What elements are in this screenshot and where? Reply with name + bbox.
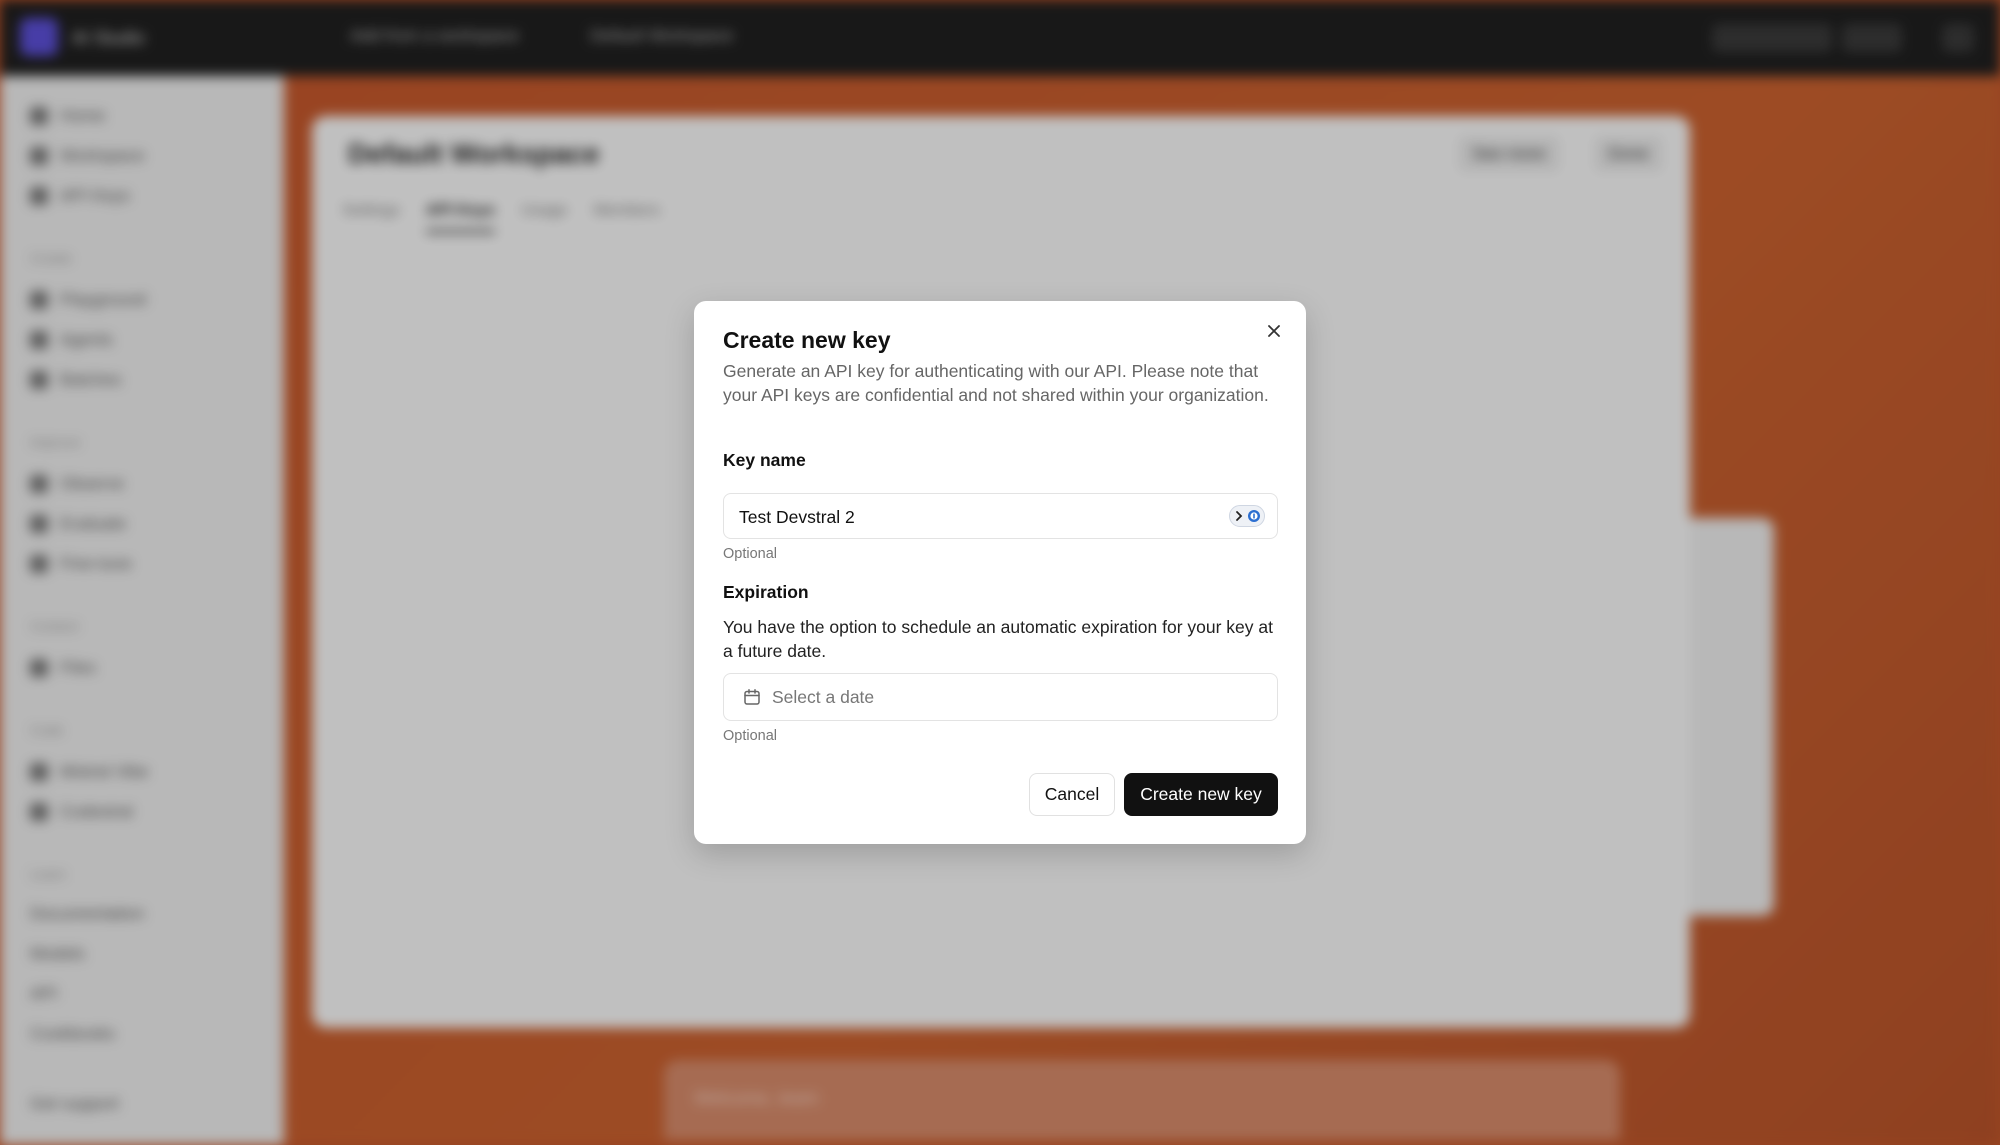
chevron-right-icon [1235, 511, 1242, 521]
create-key-button[interactable]: Create new key [1124, 773, 1278, 816]
info-circle-icon [1247, 510, 1260, 522]
key-name-helper: Optional [723, 546, 778, 562]
dialog-description: Generate an API key for authenticating w… [723, 361, 1269, 405]
expiration-description: You have the option to schedule an autom… [723, 617, 1273, 661]
key-name-value: Test Devstral 2 [739, 507, 855, 527]
key-name-label: Key name [723, 450, 806, 470]
dialog-title: Create new key [723, 327, 891, 353]
calendar-icon [744, 689, 760, 705]
expiration-label: Expiration [723, 582, 809, 602]
create-key-dialog: Create new key Generate an API key for a… [694, 301, 1306, 844]
cancel-button[interactable]: Cancel [1029, 773, 1115, 816]
expiration-helper: Optional [723, 728, 778, 744]
close-button[interactable] [1260, 317, 1288, 345]
expiration-date-picker[interactable]: Select a date [723, 673, 1278, 721]
password-manager-icon[interactable] [1229, 505, 1265, 527]
close-icon [1268, 325, 1280, 337]
key-name-field[interactable]: Test Devstral 2 [723, 493, 1278, 539]
date-placeholder: Select a date [772, 687, 875, 707]
